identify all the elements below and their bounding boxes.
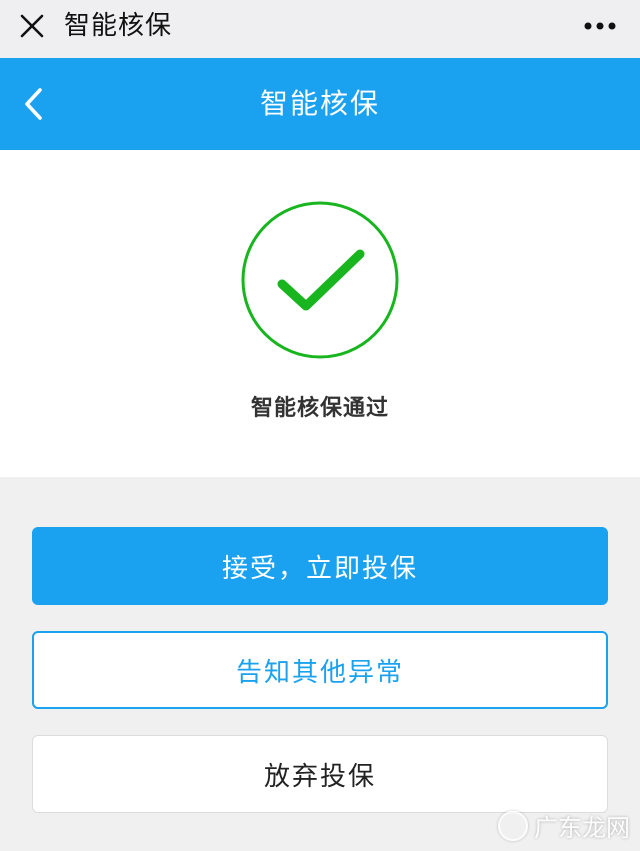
screen: 智能核保 智能核保 智能核保通过 接受，立即投保 告知其他异常 放弃投保 广东龙… bbox=[0, 0, 640, 851]
watermark: 广东龙网 bbox=[498, 808, 630, 843]
watermark-logo-icon bbox=[498, 810, 528, 841]
result-card: 智能核保通过 bbox=[0, 150, 640, 477]
more-button[interactable] bbox=[578, 6, 622, 46]
window-title: 智能核保 bbox=[64, 11, 173, 41]
report-other-abnormality-button[interactable]: 告知其他异常 bbox=[32, 631, 608, 709]
more-icon bbox=[584, 22, 616, 30]
close-button[interactable] bbox=[12, 6, 52, 46]
back-button[interactable] bbox=[12, 82, 56, 126]
abandon-button[interactable]: 放弃投保 bbox=[32, 735, 608, 813]
chevron-left-icon bbox=[25, 88, 42, 120]
page-header: 智能核保 bbox=[0, 58, 640, 150]
check-circle-icon bbox=[241, 201, 399, 359]
abandon-button-label: 放弃投保 bbox=[263, 761, 376, 792]
page-title: 智能核保 bbox=[259, 87, 380, 120]
result-message: 智能核保通过 bbox=[250, 396, 389, 421]
accept-button-label: 接受，立即投保 bbox=[221, 553, 418, 584]
watermark-text: 广东龙网 bbox=[534, 814, 630, 842]
close-icon bbox=[20, 14, 44, 38]
top-bar: 智能核保 bbox=[0, 0, 640, 59]
accept-button[interactable]: 接受，立即投保 bbox=[32, 527, 608, 605]
report-button-label: 告知其他异常 bbox=[235, 657, 404, 688]
